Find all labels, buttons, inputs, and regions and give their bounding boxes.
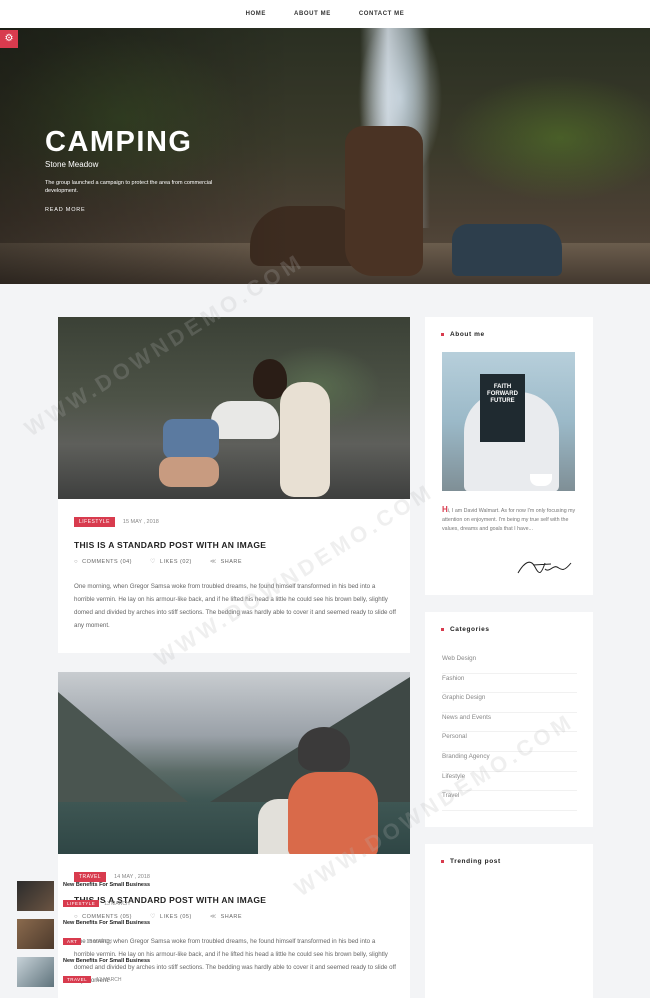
nav-contact-me[interactable]: CONTACT ME [359, 11, 405, 17]
woman-figure [159, 359, 287, 489]
widget-title: Trending post [441, 858, 501, 865]
trending-meta: TRAVEL 13 MARCH [63, 976, 121, 983]
nav-about-me[interactable]: ABOUT ME [294, 11, 331, 17]
share-icon: ≪ [209, 914, 217, 920]
post-excerpt: One morning, when Gregor Samsa woke from… [74, 583, 396, 629]
signature-image [517, 561, 572, 574]
about-photo: FAITH FORWARD FUTURE [442, 352, 575, 491]
category-item[interactable]: Lifestyle [442, 772, 577, 792]
share-icon: ≪ [209, 559, 217, 565]
hero-text: CAMPING Stone Meadow The group launched … [45, 126, 285, 216]
post-meta: LIFESTYLE 15 MAY , 2018 [74, 517, 159, 527]
bullet-icon [441, 333, 444, 336]
post-date: 15 MAY , 2018 [122, 519, 159, 525]
share-link[interactable]: ≪ SHARE [209, 558, 243, 566]
category-badge[interactable]: LIFESTYLE [63, 900, 100, 907]
post-title[interactable]: THIS IS A STANDARD POST WITH AN IMAGE [74, 540, 266, 550]
trending-title-text[interactable]: New Benefits For Small Business [63, 957, 153, 965]
trending-date: 13 MARCH [104, 900, 130, 907]
category-item[interactable]: Personal [442, 732, 577, 752]
trending-thumbnail[interactable] [17, 919, 54, 949]
post-card: LIFESTYLE 15 MAY , 2018 THIS IS A STANDA… [58, 317, 410, 653]
trending-thumbnail[interactable] [17, 881, 54, 911]
trending-widget: Trending post [425, 844, 593, 998]
comments-link[interactable]: ○ COMMENTS (04) [74, 558, 132, 565]
trending-date: 13 MARCH [86, 938, 112, 945]
category-badge[interactable]: LIFESTYLE [74, 517, 115, 527]
dog-figure [280, 382, 330, 497]
category-item[interactable]: News and Events [442, 713, 577, 733]
category-item[interactable]: Graphic Design [442, 693, 577, 713]
trending-item[interactable]: New Benefits For Small Business TRAVEL 1… [17, 957, 157, 989]
category-badge[interactable]: TRAVEL [63, 976, 92, 983]
gear-icon[interactable]: ⚙ [0, 30, 18, 48]
trending-date: 13 MARCH [96, 976, 122, 983]
bullet-icon [441, 628, 444, 631]
trending-title-text[interactable]: New Benefits For Small Business [63, 881, 153, 889]
likes-link[interactable]: ♡ LIKES (02) [150, 558, 192, 566]
likes-label: LIKES (02) [159, 558, 192, 565]
likes-label: LIKES (05) [159, 913, 192, 920]
comment-icon: ○ [74, 558, 79, 565]
hero-title: CAMPING [45, 126, 193, 158]
post-image[interactable] [58, 317, 410, 499]
trending-title-text[interactable]: New Benefits For Small Business [63, 919, 153, 927]
post-image[interactable] [58, 672, 410, 854]
about-title: About me [450, 331, 485, 338]
post-stats: ○ COMMENTS (04) ♡ LIKES (02) ≪ SHARE [74, 558, 243, 566]
comments-label: COMMENTS (04) [82, 558, 133, 565]
post-date: 14 MAY , 2018 [114, 874, 150, 880]
category-badge[interactable]: ART [63, 938, 82, 945]
book: FAITH FORWARD FUTURE [480, 374, 525, 442]
trending-title: Trending post [450, 858, 501, 865]
hero-subtitle: Stone Meadow [45, 160, 99, 169]
share-link[interactable]: ≪ SHARE [209, 913, 243, 921]
top-nav: HOME ABOUT ME CONTACT ME [0, 0, 650, 28]
hiker-figure [258, 727, 388, 854]
book-title: FAITH FORWARD FUTURE [487, 384, 518, 404]
widget-title: About me [441, 331, 485, 338]
category-list: Web Design Fashion Graphic Design News a… [442, 654, 577, 811]
about-text: Hi, I am David Walmart. As for now I'm o… [442, 505, 577, 534]
about-widget: About me FAITH FORWARD FUTURE Hi, I am D… [425, 317, 593, 595]
nav-home[interactable]: HOME [246, 11, 266, 17]
heart-icon: ♡ [150, 559, 156, 565]
mountain-left [58, 692, 188, 802]
trending-thumbnail[interactable] [17, 957, 54, 987]
trending-item[interactable]: New Benefits For Small Business ART 13 M… [17, 919, 157, 951]
read-more-link[interactable]: READ MORE [45, 207, 86, 213]
trending-meta: ART 13 MARCH [63, 938, 112, 945]
categories-widget: Categories Web Design Fashion Graphic De… [425, 612, 593, 827]
trending-item[interactable]: New Benefits For Small Business LIFESTYL… [17, 881, 157, 913]
share-label: SHARE [220, 558, 243, 565]
category-item[interactable]: Web Design [442, 654, 577, 674]
hero-description: The group launched a campaign to protect… [45, 180, 213, 194]
categories-title: Categories [450, 626, 490, 633]
category-item[interactable]: Travel [442, 791, 577, 811]
share-label: SHARE [220, 913, 243, 920]
trending-meta: LIFESTYLE 13 MARCH [63, 900, 130, 907]
hero-banner: CAMPING Stone Meadow The group launched … [0, 28, 650, 284]
bullet-icon [441, 860, 444, 863]
category-item[interactable]: Branding Agency [442, 752, 577, 772]
category-item[interactable]: Fashion [442, 674, 577, 694]
widget-title: Categories [441, 626, 490, 633]
about-body: i, I am David Walmart. As for now I'm on… [442, 508, 576, 532]
